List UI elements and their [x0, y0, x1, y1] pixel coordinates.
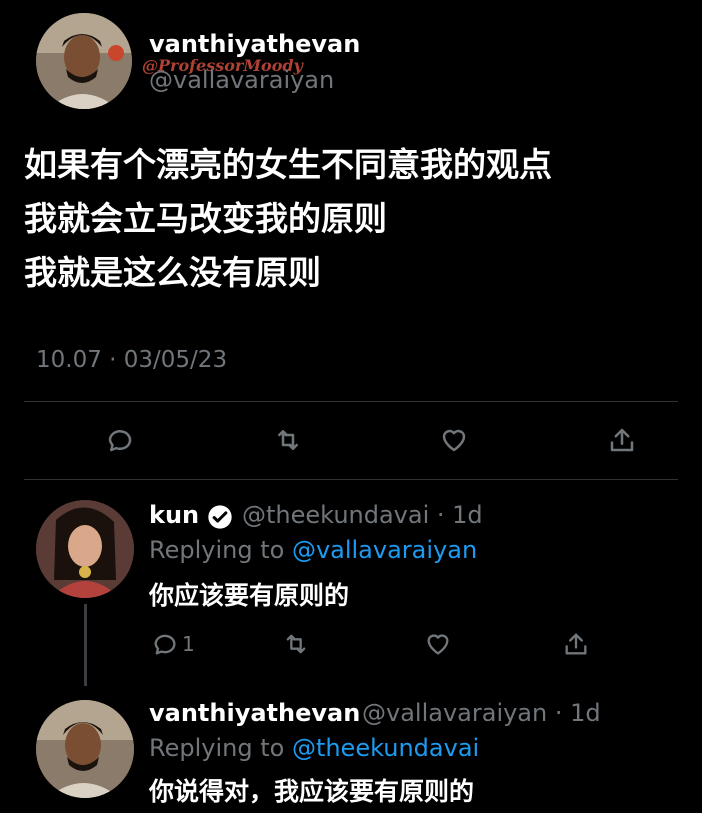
heart-icon	[442, 429, 466, 452]
avatar[interactable]	[36, 13, 132, 109]
tweet-line: 我就是这么没有原则	[24, 253, 321, 292]
retweet-button[interactable]	[270, 422, 306, 458]
like-button[interactable]	[436, 422, 472, 458]
speech-bubble-icon	[108, 430, 132, 452]
share-button[interactable]	[560, 628, 592, 660]
tweet-line: 如果有个漂亮的女生不同意我的观点	[24, 145, 552, 184]
reply-text: 你说得对，我应该要有原则的	[149, 777, 475, 806]
replying-prefix: Replying to	[149, 536, 292, 564]
retweet-icon	[278, 430, 298, 450]
reply-handle-time[interactable]: @vallavaraiyan · 1d	[362, 699, 601, 727]
thread-line	[84, 604, 87, 686]
tweet-text: 如果有个漂亮的女生不同意我的观点 我就会立马改变我的原则 我就是这么没有原则	[24, 138, 552, 300]
heart-icon	[427, 634, 449, 655]
avatar[interactable]	[36, 500, 134, 598]
reply-button[interactable]	[149, 628, 181, 660]
speech-bubble-icon	[154, 634, 176, 655]
tweet-timestamp[interactable]: 10.07 · 03/05/23	[36, 347, 227, 373]
reply-display-name[interactable]: vanthiyathevan	[149, 699, 360, 727]
tweet-line: 我就会立马改变我的原则	[24, 199, 387, 238]
reply-text: 你应该要有原则的	[149, 581, 350, 610]
avatar[interactable]	[36, 700, 134, 798]
replying-to-link[interactable]: @theekundavai	[292, 734, 479, 762]
reply-display-name[interactable]: kun	[149, 501, 199, 529]
share-icon	[610, 428, 634, 452]
share-button[interactable]	[604, 422, 640, 458]
divider	[24, 479, 678, 480]
handle[interactable]: @vallavaraiyan	[149, 66, 334, 94]
retweet-icon	[286, 634, 306, 654]
divider	[24, 401, 678, 402]
display-name[interactable]: vanthiyathevan	[149, 30, 360, 58]
like-button[interactable]	[422, 628, 454, 660]
replying-to-link[interactable]: @vallavaraiyan	[292, 536, 477, 564]
verified-badge-icon	[206, 503, 234, 531]
share-icon	[565, 633, 587, 655]
reply-count: 1	[182, 632, 195, 656]
reply-button[interactable]	[102, 422, 138, 458]
replying-to: Replying to @theekundavai	[149, 734, 479, 762]
replying-to: Replying to @vallavaraiyan	[149, 536, 477, 564]
replying-prefix: Replying to	[149, 734, 292, 762]
reply-handle-time[interactable]: @theekundavai · 1d	[242, 501, 483, 529]
retweet-button[interactable]	[280, 628, 312, 660]
